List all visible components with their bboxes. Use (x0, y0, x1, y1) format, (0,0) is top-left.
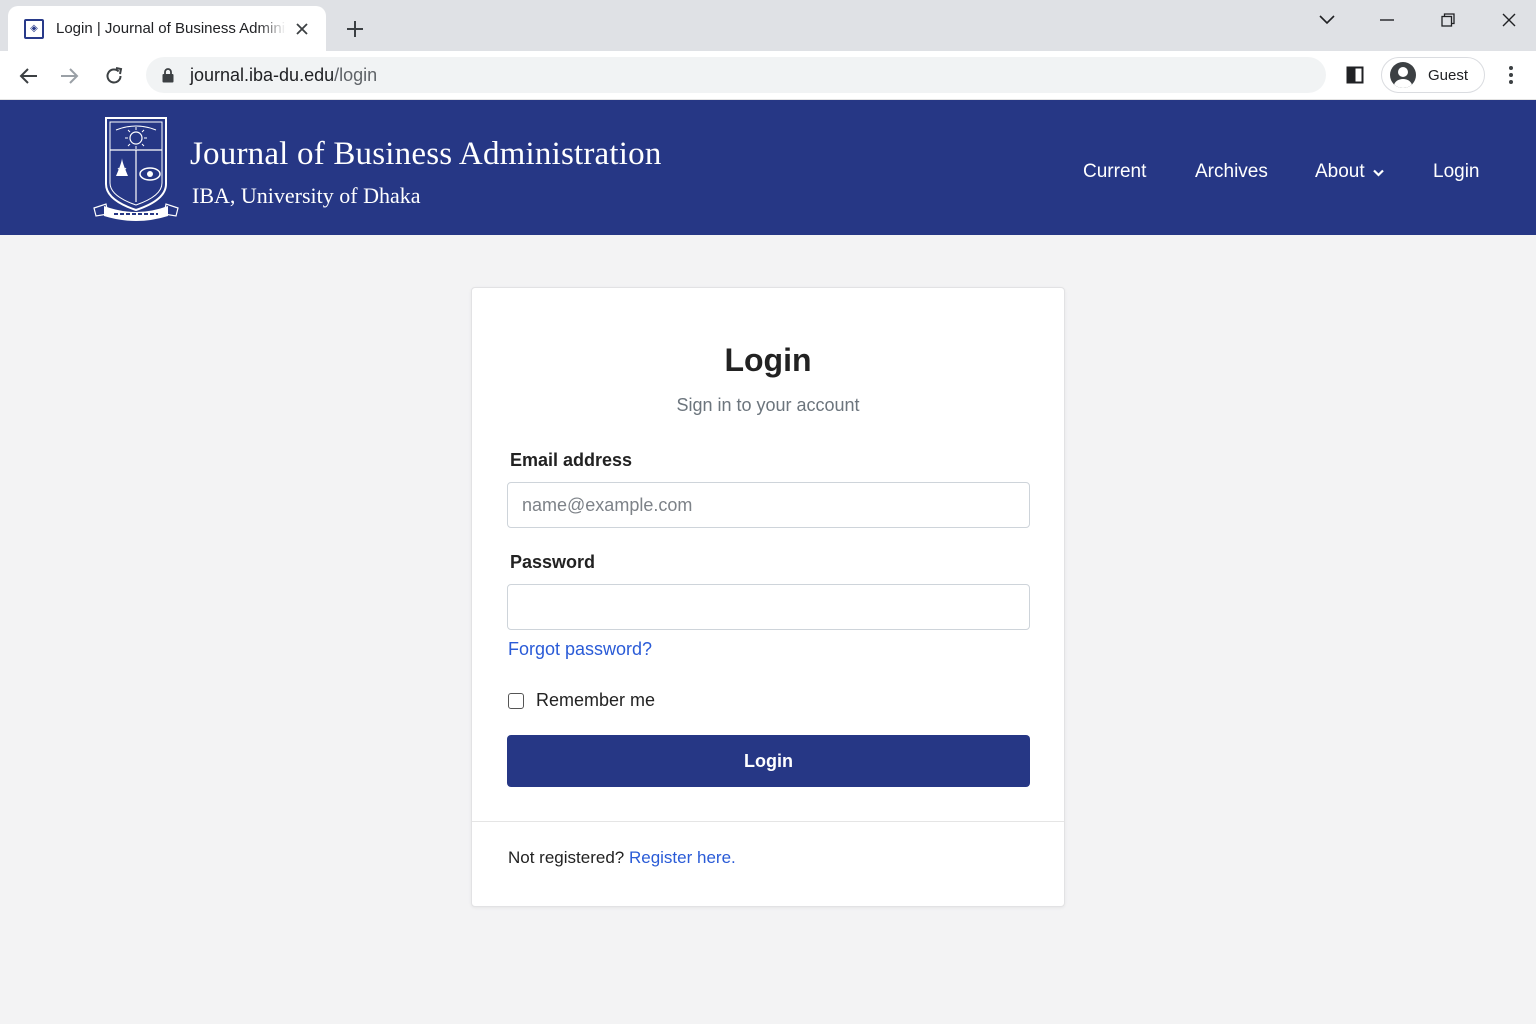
nav-login[interactable]: Login (1433, 161, 1480, 183)
nav-current[interactable]: Current (1083, 161, 1146, 183)
new-tab-button[interactable] (340, 14, 370, 44)
password-label: Password (510, 552, 596, 572)
remember-me-row[interactable]: Remember me (508, 690, 655, 711)
close-window-icon[interactable] (1479, 0, 1536, 40)
site-title[interactable]: Journal of Business Administration (190, 136, 662, 173)
login-title: Login (724, 342, 812, 378)
password-field[interactable] (507, 584, 1030, 630)
login-card: Login Sign in to your account Email addr… (471, 287, 1065, 907)
register-link[interactable]: Register here. (629, 848, 736, 867)
remember-me-checkbox[interactable] (508, 692, 524, 709)
minimize-window-icon[interactable] (1357, 0, 1417, 40)
site-subtitle: IBA, University of Dhaka (192, 183, 421, 208)
login-submit-button[interactable]: Login (507, 735, 1030, 787)
close-tab-icon[interactable] (292, 19, 312, 39)
reload-icon[interactable] (97, 59, 131, 93)
site-favicon-icon: ◈ (24, 18, 44, 39)
email-field[interactable] (507, 482, 1030, 528)
university-logo[interactable] (92, 116, 180, 222)
url-path: /login (334, 64, 378, 85)
side-panel-icon[interactable] (1340, 60, 1370, 90)
nav-about[interactable]: About (1315, 161, 1384, 183)
nav-about-label: About (1315, 161, 1365, 182)
login-subtitle: Sign in to your account (676, 395, 860, 415)
nav-archives[interactable]: Archives (1195, 161, 1268, 183)
remember-me-label[interactable]: Remember me (536, 690, 655, 711)
register-prompt: Not registered? (508, 848, 625, 867)
url-text: journal.iba-du.edu/login (190, 65, 377, 86)
card-divider (472, 821, 1064, 822)
browser-tabstrip: ◈ Login | Journal of Business Administra… (0, 0, 1536, 51)
lock-icon[interactable] (160, 67, 176, 83)
forward-arrow-icon[interactable] (53, 59, 87, 93)
chevron-down-icon (1372, 161, 1384, 183)
address-bar[interactable]: journal.iba-du.edu/login (146, 57, 1326, 93)
tab-title: Login | Journal of Business Administrati… (56, 20, 286, 37)
browser-toolbar: journal.iba-du.edu/login Guest (0, 51, 1536, 100)
site-header: Journal of Business Administration IBA, … (0, 100, 1536, 235)
tab-search-chevron-icon[interactable] (1297, 0, 1357, 40)
profile-label: Guest (1428, 66, 1469, 84)
restore-window-icon[interactable] (1418, 0, 1478, 40)
browser-menu-icon[interactable] (1496, 60, 1526, 90)
forgot-password-link[interactable]: Forgot password? (508, 639, 652, 660)
register-row: Not registered? Register here. (508, 848, 736, 868)
browser-tab[interactable]: ◈ Login | Journal of Business Administra… (8, 6, 326, 51)
back-arrow-icon[interactable] (11, 59, 45, 93)
email-label: Email address (510, 450, 633, 470)
url-host: journal.iba-du.edu (190, 64, 335, 85)
profile-button[interactable]: Guest (1381, 57, 1485, 93)
avatar-icon (1390, 62, 1416, 88)
